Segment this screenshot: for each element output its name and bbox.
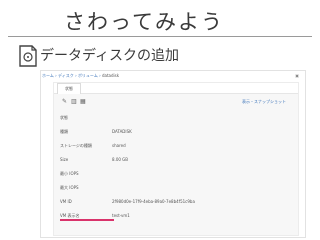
property-key: ストレージの種類 <box>60 143 92 148</box>
property-value: 8.00 GB <box>112 157 129 162</box>
tab-bar: 状態 <box>54 83 298 94</box>
snapshot-link[interactable]: 表示・スナップショット <box>242 99 286 105</box>
detail-card: 状態 ✎ ▥ ▦ 表示・スナップショット 状態 種類 DATADISK ストレー… <box>53 82 299 236</box>
pager-icon[interactable]: ▣ <box>295 73 299 78</box>
property-row: 状態 <box>54 113 298 123</box>
grid-icon[interactable]: ▦ <box>80 99 86 105</box>
property-row: VM ID 2f980d0e-17f9-4eba-89a0-7e8b4f51c9… <box>54 197 298 207</box>
property-key: 状態 <box>60 115 68 120</box>
disk-icon <box>19 45 37 67</box>
property-row: 最小 IOPS <box>54 169 298 179</box>
property-row: ストレージの種類 shared <box>54 141 298 151</box>
property-row: Size 8.00 GB <box>54 155 298 165</box>
property-key: 種類 <box>60 129 68 134</box>
breadcrumb-current: datadisk <box>101 73 120 78</box>
trash-icon[interactable]: ▥ <box>71 99 77 105</box>
breadcrumb: ホーム › ディスク › ボリューム › datadisk <box>42 73 120 78</box>
highlight-underline <box>60 219 114 221</box>
property-key: VM ID <box>60 199 72 204</box>
pencil-icon[interactable]: ✎ <box>62 99 67 105</box>
breadcrumb-disk[interactable]: ディスク <box>58 73 74 78</box>
property-value: test-vm1 <box>112 213 130 218</box>
property-row: 種類 DATADISK <box>54 127 298 137</box>
slide-title: さわってみよう <box>64 10 224 34</box>
property-value: shared <box>112 143 126 148</box>
breadcrumb-home[interactable]: ホーム <box>42 73 54 78</box>
toolbar: ✎ ▥ ▦ 表示・スナップショット <box>62 97 290 107</box>
property-key: 最小 IOPS <box>60 171 79 176</box>
tab-status[interactable]: 状態 <box>57 83 81 94</box>
embedded-screenshot: ホーム › ディスク › ボリューム › datadisk ▣ 状態 ✎ ▥ ▦… <box>40 70 306 238</box>
property-row: 最大 IOPS <box>54 183 298 193</box>
breadcrumb-volume[interactable]: ボリューム <box>78 73 98 78</box>
property-value: DATADISK <box>112 129 132 134</box>
title-divider <box>8 36 312 37</box>
property-value: 2f980d0e-17f9-4eba-89a0-7e8b4f51c9ba <box>112 199 195 204</box>
slide-subtitle: データディスクの追加 <box>40 48 180 64</box>
property-key: 最大 IOPS <box>60 185 79 190</box>
property-key: Size <box>60 157 69 162</box>
